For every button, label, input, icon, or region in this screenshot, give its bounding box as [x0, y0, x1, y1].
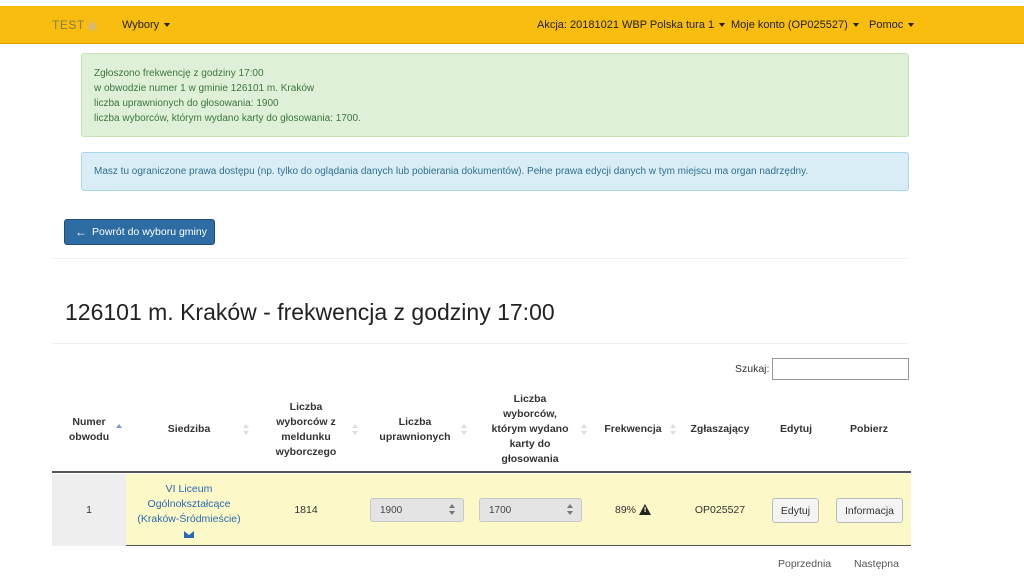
sort-icon — [352, 424, 358, 436]
sort-asc-icon — [116, 424, 122, 436]
th-line: wyborczego — [275, 445, 337, 458]
edit-button[interactable]: Edytuj — [772, 498, 819, 523]
nav-action-dropdown[interactable]: Akcja: 20181021 WBP Polska tura 1 — [537, 19, 726, 31]
th-frekwencja[interactable]: Frekwencja — [594, 388, 672, 471]
siedziba-link[interactable]: VI Liceum Ogólnokształcące (Kraków-Śródm… — [137, 482, 240, 527]
nav-action-label: Akcja: 20181021 WBP Polska tura 1 — [537, 19, 715, 31]
page-title: 126101 m. Kraków - frekwencja z godziny … — [65, 299, 555, 325]
th-siedziba-label: Siedziba — [167, 423, 211, 435]
arrow-left-icon: ← — [75, 225, 87, 239]
nav-elections-dropdown[interactable]: Wybory — [122, 19, 171, 31]
th-karty[interactable]: Liczba wyborców, którym wydano karty do głos… — [470, 388, 590, 471]
table-row: 1 VI Liceum Ogólnokształcące (Kraków-Śró… — [52, 474, 911, 546]
karty-value: 1700 — [489, 504, 512, 516]
th-frekwencja-label: Frekwencja — [604, 423, 662, 435]
uprawnieni-stepper[interactable]: 1900 — [370, 498, 464, 522]
sort-icon — [581, 424, 587, 436]
success-line: Zgłoszono frekwencję z godziny 17:00 — [94, 68, 264, 79]
frekwencja-value: 89% — [614, 504, 636, 516]
panel-heading: 126101 m. Kraków - frekwencja z godziny … — [52, 258, 908, 344]
caret-down-icon — [719, 23, 726, 27]
th-uprawnieni[interactable]: Liczba uprawnionych — [360, 388, 470, 471]
table-header: Numer obwodu Siedziba Liczba wyborców z mel… — [52, 388, 911, 473]
th-line: wyborców z — [276, 415, 336, 428]
back-to-municipality-button[interactable]: ← Powrót do wyboru gminy — [64, 219, 215, 245]
success-alert: Zgłoszono frekwencję z godziny 17:00 w o… — [81, 53, 909, 137]
siedziba-line: Ogólnokształcące — [147, 498, 231, 510]
th-pobierz-label: Pobierz — [850, 423, 888, 435]
pager-next-link[interactable]: Następna — [854, 558, 899, 570]
th-zglaszajacy-label: Zgłaszający — [690, 423, 750, 435]
info-alert-text: Masz tu ograniczone prawa dostępu (np. t… — [94, 166, 809, 177]
th-line: uprawnionych — [379, 430, 451, 443]
success-line: w obwodzie numer 1 w gminie 126101 m. Kr… — [94, 83, 315, 94]
th-numer[interactable]: Numer obwodu — [52, 388, 126, 471]
envelope-icon[interactable] — [184, 531, 194, 538]
th-edytuj: Edytuj — [762, 388, 830, 471]
th-meldunek[interactable]: Liczba wyborców z meldunku wyborczego — [252, 388, 360, 471]
brand-logo[interactable]: TEST — [52, 18, 97, 32]
th-line: Liczba — [513, 393, 547, 405]
th-edytuj-label: Edytuj — [779, 423, 813, 435]
caret-down-icon — [164, 23, 171, 27]
caret-down-icon — [852, 23, 859, 27]
sort-icon — [670, 424, 676, 436]
cell-zglaszajacy: OP025527 — [694, 504, 746, 516]
nav-account-label: Moje konto (OP025527) — [731, 19, 848, 31]
th-numer-line: Numer — [72, 415, 106, 428]
th-zglaszajacy: Zgłaszający — [680, 388, 760, 471]
karty-stepper[interactable]: 1700 — [479, 498, 582, 522]
siedziba-line: VI Liceum — [165, 483, 213, 495]
success-line: liczba uprawnionych do głosowania: 1900 — [94, 98, 279, 109]
sort-icon — [243, 424, 249, 436]
spinner-arrows-icon[interactable] — [567, 503, 573, 517]
cell-frekwencja: 89% — [594, 474, 672, 546]
cell-meldunek: 1814 — [294, 504, 318, 516]
th-line: Liczba — [289, 400, 323, 413]
cell-numer: 1 — [52, 474, 126, 546]
th-line: wyborców, — [503, 408, 557, 420]
nav-account-dropdown[interactable]: Moje konto (OP025527) — [731, 19, 859, 31]
nav-help-dropdown[interactable]: Pomoc — [869, 19, 915, 31]
caret-down-icon — [908, 23, 915, 27]
sort-icon — [461, 424, 467, 436]
uprawnieni-value: 1900 — [380, 504, 403, 516]
success-line: liczba wyborców, którym wydano karty do … — [94, 113, 361, 124]
th-siedziba[interactable]: Siedziba — [126, 388, 252, 471]
info-button[interactable]: Informacja — [836, 498, 903, 523]
nav-help-label: Pomoc — [869, 19, 904, 31]
th-line: Liczba — [398, 415, 432, 428]
spinner-arrows-icon[interactable] — [449, 503, 455, 517]
flame-icon — [87, 19, 96, 31]
info-alert: Masz tu ograniczone prawa dostępu (np. t… — [81, 152, 909, 191]
navbar: TEST Wybory Akcja: 20181021 WBP Polska t… — [0, 6, 1024, 44]
back-button-label: Powrót do wyboru gminy — [92, 226, 207, 238]
cell-siedziba: VI Liceum Ogólnokształcące (Kraków-Śródm… — [126, 474, 252, 546]
th-numer-line: obwodu — [68, 430, 110, 443]
th-line: karty do — [509, 438, 551, 450]
search-input[interactable] — [772, 358, 909, 380]
warning-icon — [639, 503, 651, 515]
search-label: Szukaj: — [735, 363, 770, 375]
th-pobierz: Pobierz — [832, 388, 906, 471]
pager-prev-link[interactable]: Poprzednia — [778, 558, 831, 570]
th-line: meldunku — [281, 430, 331, 443]
siedziba-line: (Kraków-Śródmieście) — [137, 513, 241, 525]
brand-text: TEST — [52, 18, 85, 32]
th-line: którym wydano — [491, 423, 569, 435]
nav-elections-label: Wybory — [122, 19, 160, 31]
th-line: głosowania — [501, 453, 559, 465]
